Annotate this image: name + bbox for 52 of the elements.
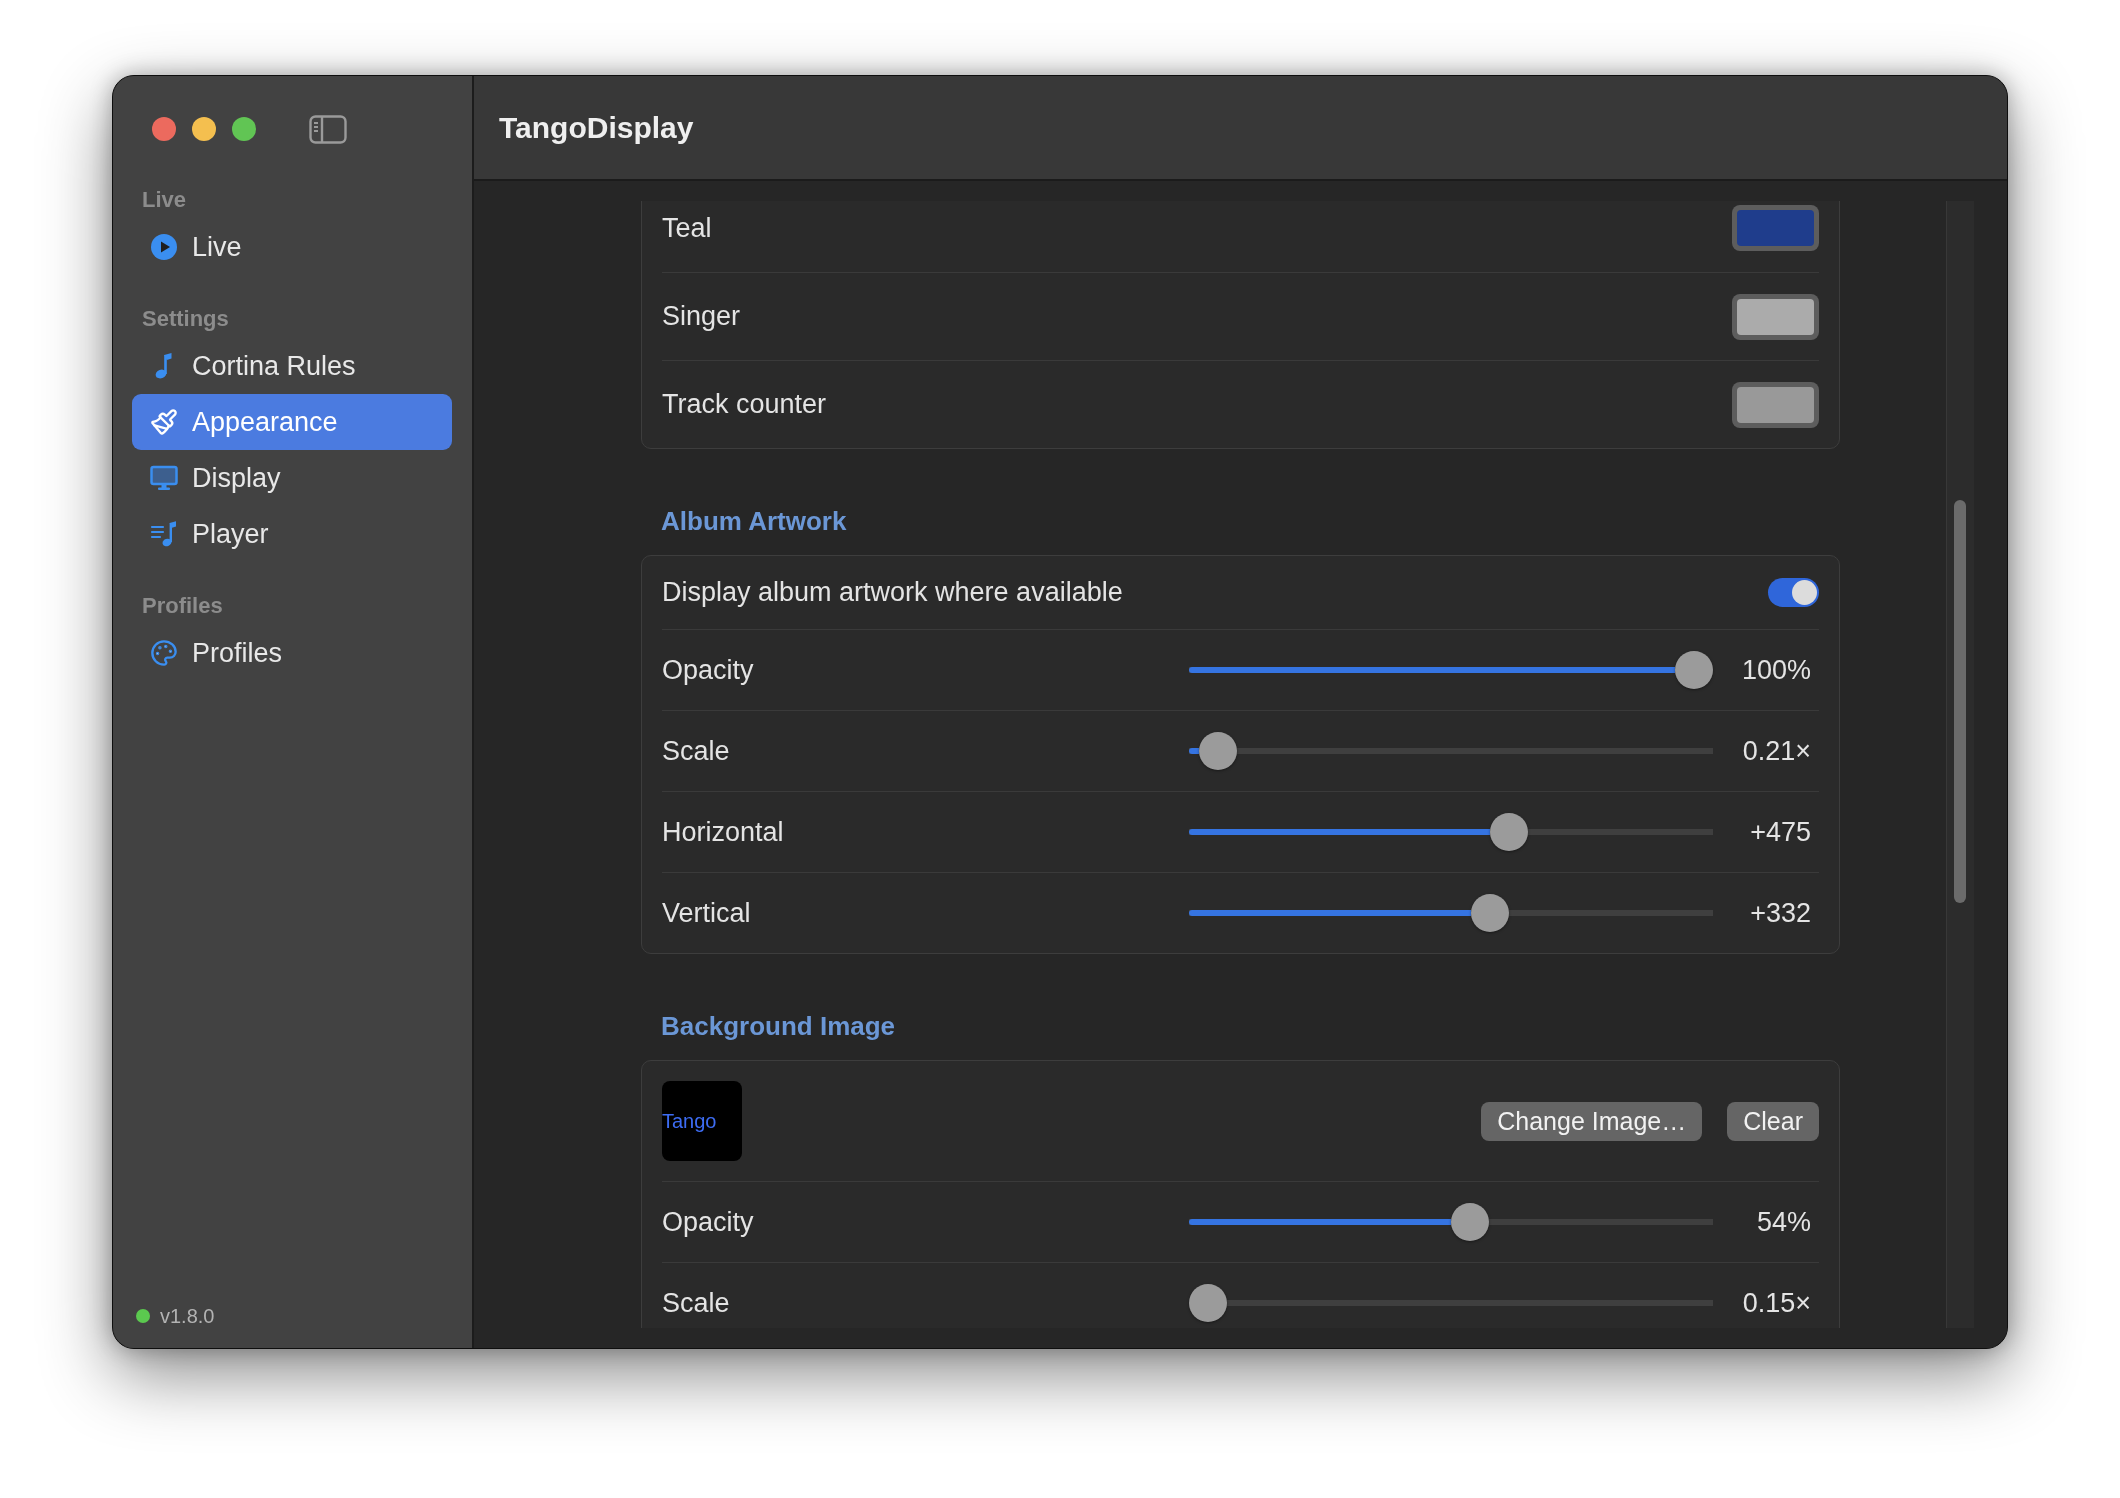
setting-label: Opacity bbox=[662, 654, 754, 686]
setting-label: Track counter bbox=[662, 389, 827, 420]
sidebar-section-header: Live bbox=[142, 186, 187, 214]
scrollbar-thumb[interactable] bbox=[1954, 500, 1966, 903]
slider-thumb[interactable] bbox=[1189, 1284, 1227, 1322]
play-circle-icon bbox=[150, 233, 178, 261]
paintbrush-icon bbox=[150, 408, 178, 436]
slider-thumb[interactable] bbox=[1198, 732, 1237, 770]
scrollbar-track[interactable] bbox=[1946, 201, 1974, 1328]
sidebar-item[interactable]: Profiles bbox=[132, 625, 452, 681]
setting-label: Teal bbox=[662, 212, 712, 244]
monitor-icon bbox=[150, 464, 178, 492]
section-heading: Background Image bbox=[660, 1010, 897, 1042]
sidebar-item[interactable]: Player bbox=[132, 506, 452, 562]
sidebar-section-header: Profiles bbox=[142, 592, 223, 620]
sidebar-item[interactable]: Cortina Rules bbox=[132, 338, 452, 394]
setting-label: Opacity bbox=[662, 1206, 754, 1238]
slider-value: 54% bbox=[1756, 1206, 1812, 1238]
close-button[interactable] bbox=[152, 117, 176, 141]
palette-icon bbox=[150, 639, 178, 667]
sidebar-item[interactable]: Display bbox=[132, 450, 452, 506]
status-dot-icon bbox=[136, 1309, 150, 1323]
push-button[interactable]: Change Image… bbox=[1481, 1101, 1703, 1141]
zoom-button[interactable] bbox=[232, 117, 256, 141]
slider-fill bbox=[1189, 748, 1199, 754]
setting-label: Singer bbox=[662, 301, 741, 332]
slider-value: +332 bbox=[1750, 897, 1812, 929]
setting-label: Scale bbox=[662, 1287, 730, 1319]
section-heading: Album Artwork bbox=[660, 505, 848, 537]
window-title: TangoDisplay bbox=[499, 110, 694, 145]
setting-label: Display album artwork where available bbox=[662, 577, 1123, 608]
sidebar-item[interactable]: Appearance bbox=[132, 394, 452, 450]
slider-thumb[interactable] bbox=[1675, 651, 1713, 689]
setting-label: Vertical bbox=[662, 897, 751, 929]
slider-thumb[interactable] bbox=[1470, 894, 1509, 932]
setting-label: Scale bbox=[662, 735, 730, 767]
version-label: v1.8.0 bbox=[160, 1304, 215, 1328]
slider-value: 0.21× bbox=[1742, 735, 1812, 767]
push-button[interactable]: Clear bbox=[1727, 1101, 1819, 1141]
slider-value: +475 bbox=[1750, 816, 1812, 848]
slider-value: 0.15× bbox=[1742, 1287, 1812, 1319]
sidebar-item[interactable]: Live bbox=[132, 219, 452, 275]
slider-thumb[interactable] bbox=[1451, 1203, 1490, 1241]
setting-label: Horizontal bbox=[662, 816, 784, 848]
minimize-button[interactable] bbox=[192, 117, 216, 141]
slider-thumb[interactable] bbox=[1490, 813, 1529, 851]
slider-value: 100% bbox=[1741, 654, 1812, 686]
sidebar-toggle-icon[interactable] bbox=[309, 114, 347, 144]
preview-text: Tango bbox=[662, 1109, 717, 1133]
toggle-switch[interactable] bbox=[1768, 578, 1819, 607]
music-list-icon bbox=[150, 520, 178, 548]
sidebar-section-header: Settings bbox=[142, 305, 229, 333]
